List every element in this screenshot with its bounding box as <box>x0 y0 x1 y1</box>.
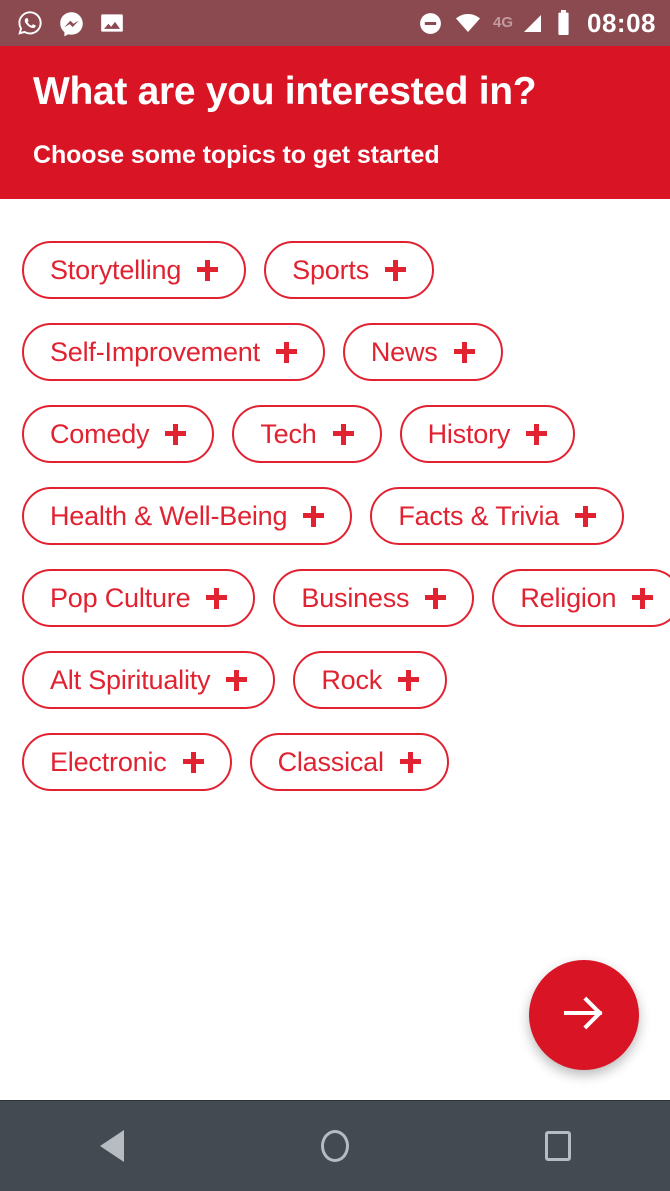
plus-icon <box>332 423 354 445</box>
messenger-icon <box>58 10 85 37</box>
topic-chip[interactable]: Tech <box>232 405 382 463</box>
plus-icon <box>575 505 597 527</box>
topic-chip[interactable]: Comedy <box>22 405 215 463</box>
topic-chip[interactable]: Business <box>273 569 475 627</box>
topic-chip[interactable]: News <box>342 323 503 381</box>
topic-chip[interactable]: Pop Culture <box>22 569 256 627</box>
battery-icon <box>556 10 571 36</box>
plus-icon <box>206 587 228 609</box>
status-bar-clock: 08:08 <box>587 8 656 38</box>
topic-chip-label: Storytelling <box>50 254 182 285</box>
topic-chip-label: News <box>370 336 438 367</box>
status-bar: 4G 08:08 <box>0 0 670 46</box>
topic-chip[interactable]: Sports <box>264 241 435 299</box>
topic-chip-label: Sports <box>292 254 370 285</box>
topic-chip-row: Storytelling Sports <box>22 241 648 299</box>
plus-icon <box>453 341 475 363</box>
topic-chip[interactable]: Facts & Trivia <box>370 487 625 545</box>
topic-chip[interactable]: Health & Well-Being <box>22 487 353 545</box>
topic-chip-label: Classical <box>277 746 384 777</box>
topic-chip[interactable]: Alt Spirituality <box>22 651 276 709</box>
topic-chip-label: Religion <box>520 582 617 613</box>
topic-chip-label: Electronic <box>50 746 167 777</box>
topic-chip[interactable]: Storytelling <box>22 241 247 299</box>
topic-chip[interactable]: Self-Improvement <box>22 323 325 381</box>
topic-chip-label: Rock <box>321 664 383 695</box>
topic-chip[interactable]: Religion <box>492 569 670 627</box>
circle-home-icon <box>320 1130 349 1162</box>
page-subtitle: Choose some topics to get started <box>33 140 440 169</box>
triangle-back-icon <box>99 1130 124 1162</box>
topic-chip-label: Tech <box>260 418 317 449</box>
network-type-label: 4G <box>492 14 513 31</box>
topic-chip-row: Self-Improvement News <box>22 323 648 381</box>
page-header: What are you interested in? Choose some … <box>0 46 670 199</box>
topic-chip-label: Facts & Trivia <box>398 500 560 531</box>
topic-chip[interactable]: Rock <box>293 651 448 709</box>
topic-chip-row: Comedy Tech History <box>22 405 648 463</box>
topic-chip-label: Self-Improvement <box>50 336 260 367</box>
nav-back-button[interactable] <box>52 1101 172 1191</box>
topic-chip[interactable]: History <box>399 405 576 463</box>
app-screen: 4G 08:08 What are you interested in? Cho… <box>0 0 670 1191</box>
topic-chip-label: Alt Spirituality <box>50 664 211 695</box>
topic-chip-label: History <box>427 418 511 449</box>
topic-chip-row: Pop Culture Business Religion <box>22 569 670 627</box>
status-bar-system-icons: 4G 08:08 <box>418 10 656 36</box>
android-navigation-bar <box>0 1100 670 1191</box>
plus-icon <box>399 751 421 773</box>
topic-chip-row: Alt Spirituality Rock <box>22 651 648 709</box>
topic-chip[interactable]: Electronic <box>22 733 232 791</box>
arrow-right-icon <box>557 986 611 1045</box>
page-title: What are you interested in? <box>33 70 537 113</box>
plus-icon <box>275 341 297 363</box>
topic-chip-row: Electronic Classical <box>22 733 648 791</box>
topic-chip[interactable]: Classical <box>249 733 449 791</box>
status-bar-notifications <box>16 9 125 37</box>
wifi-icon <box>454 12 482 34</box>
next-button[interactable] <box>529 960 639 1070</box>
topic-chip-label: Comedy <box>50 418 150 449</box>
plus-icon <box>226 669 248 691</box>
signal-icon <box>520 12 545 35</box>
plus-icon <box>425 587 447 609</box>
square-recents-icon <box>545 1131 572 1161</box>
plus-icon <box>303 505 325 527</box>
plus-icon <box>526 423 548 445</box>
topic-chip-label: Business <box>301 582 410 613</box>
plus-icon <box>197 259 219 281</box>
nav-recents-button[interactable] <box>498 1101 618 1191</box>
nav-home-button[interactable] <box>275 1101 395 1191</box>
plus-icon <box>182 751 204 773</box>
topic-chip-row: Health & Well-Being Facts & Trivia <box>22 487 648 545</box>
plus-icon <box>398 669 420 691</box>
do-not-disturb-icon <box>418 11 443 36</box>
plus-icon <box>165 423 187 445</box>
whatsapp-icon <box>16 9 44 37</box>
topic-chip-label: Pop Culture <box>50 582 191 613</box>
photo-icon <box>99 10 125 36</box>
plus-icon <box>385 259 407 281</box>
plus-icon <box>632 587 654 609</box>
topic-chip-label: Health & Well-Being <box>50 500 288 531</box>
